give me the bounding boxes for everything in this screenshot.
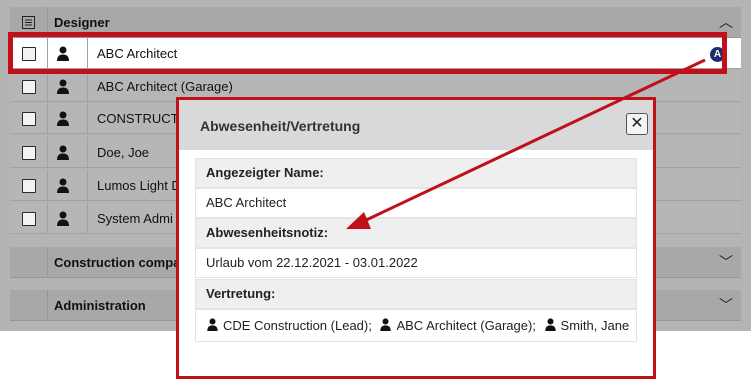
group-header-designer[interactable]: Designer ︿: [10, 7, 741, 38]
dialog-title: Abwesenheit/Vertretung: [200, 118, 361, 134]
representative-item[interactable]: ABC Architect (Garage);: [379, 310, 536, 341]
row-checkbox[interactable]: [22, 179, 36, 193]
representative-name: CDE Construction (Lead);: [223, 318, 372, 333]
row-name: CONSTRUCT-: [97, 111, 183, 126]
chevron-down-icon[interactable]: ﹀: [719, 290, 733, 321]
chevron-up-icon[interactable]: ︿: [719, 7, 733, 38]
person-icon: [380, 318, 392, 331]
dialog-header: Abwesenheit/Vertretung ✕: [179, 100, 653, 150]
person-icon: [57, 178, 69, 193]
representative-item[interactable]: CDE Construction (Lead);: [206, 310, 372, 341]
row-name: Doe, Joe: [97, 145, 150, 160]
close-icon[interactable]: ✕: [626, 113, 648, 135]
row-name: System Admi: [97, 211, 173, 226]
row-name: Lumos Light D: [97, 178, 181, 193]
list-icon[interactable]: [22, 16, 35, 29]
row-checkbox[interactable]: [22, 112, 36, 126]
person-icon: [57, 46, 69, 61]
absence-badge[interactable]: A: [710, 47, 725, 62]
header-select-column: [10, 7, 48, 37]
representative-name: ABC Architect (Garage);: [396, 318, 536, 333]
absence-note-label: Abwesenheitsnotiz:: [195, 218, 637, 248]
person-icon: [57, 211, 69, 226]
table-row[interactable]: ABC Architect A: [10, 38, 741, 69]
person-icon: [544, 318, 556, 331]
representative-name: Smith, Jane: [560, 318, 630, 333]
row-name: ABC Architect: [97, 46, 178, 61]
header-select-column: [10, 290, 48, 320]
display-name-value: ABC Architect: [195, 188, 637, 218]
person-icon: [207, 318, 218, 331]
absence-note-value: Urlaub vom 22.12.2021 - 03.01.2022: [195, 248, 637, 278]
display-name-label: Angezeigter Name:: [195, 158, 637, 188]
representative-item[interactable]: Smith, Jane: [544, 310, 630, 341]
person-icon: [57, 111, 69, 126]
header-select-column: [10, 247, 48, 277]
representatives-list: CDE Construction (Lead); ABC Architect (…: [195, 309, 637, 342]
row-checkbox[interactable]: [22, 47, 36, 61]
chevron-down-icon[interactable]: ﹀: [719, 247, 733, 278]
group-label: Construction compa: [54, 255, 181, 270]
row-checkbox[interactable]: [22, 212, 36, 226]
absence-dialog: Abwesenheit/Vertretung ✕ Angezeigter Nam…: [176, 97, 656, 379]
row-checkbox[interactable]: [22, 146, 36, 160]
representatives-label: Vertretung:: [195, 279, 637, 309]
person-icon: [57, 79, 69, 94]
person-icon: [57, 145, 69, 160]
group-label: Administration: [54, 298, 146, 313]
group-label: Designer: [54, 15, 110, 30]
row-checkbox[interactable]: [22, 80, 36, 94]
